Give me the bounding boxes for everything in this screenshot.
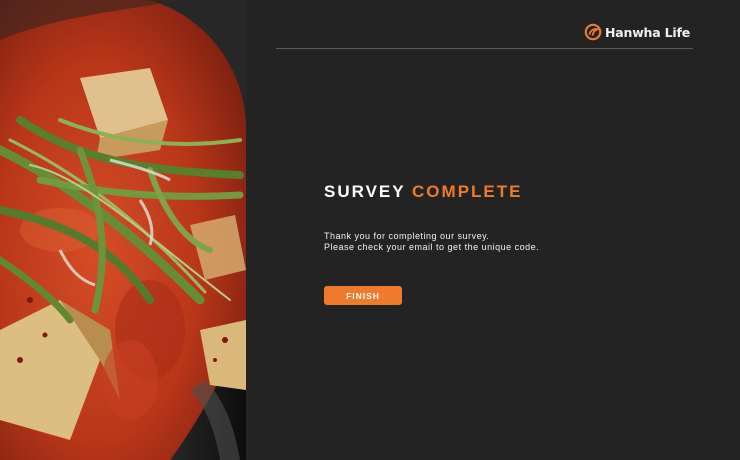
hanwha-flame-logo-icon	[584, 23, 602, 41]
hero-food-image	[0, 0, 246, 460]
brand-logo: Hanwha Life	[584, 23, 690, 41]
brand-name: Hanwha Life	[605, 24, 690, 40]
completion-message: Thank you for completing our survey. Ple…	[324, 231, 539, 253]
finish-button[interactable]: FINISH	[324, 286, 402, 305]
title-complete: COMPLETE	[412, 182, 523, 201]
header-divider	[276, 48, 693, 49]
content-panel: Hanwha Life SURVEY COMPLETE Thank you fo…	[246, 0, 740, 460]
message-line-2: Please check your email to get the uniqu…	[324, 242, 540, 252]
title-survey: SURVEY	[324, 182, 406, 201]
message-line-1: Thank you for completing our survey.	[324, 231, 490, 241]
page-title: SURVEY COMPLETE	[324, 182, 522, 202]
